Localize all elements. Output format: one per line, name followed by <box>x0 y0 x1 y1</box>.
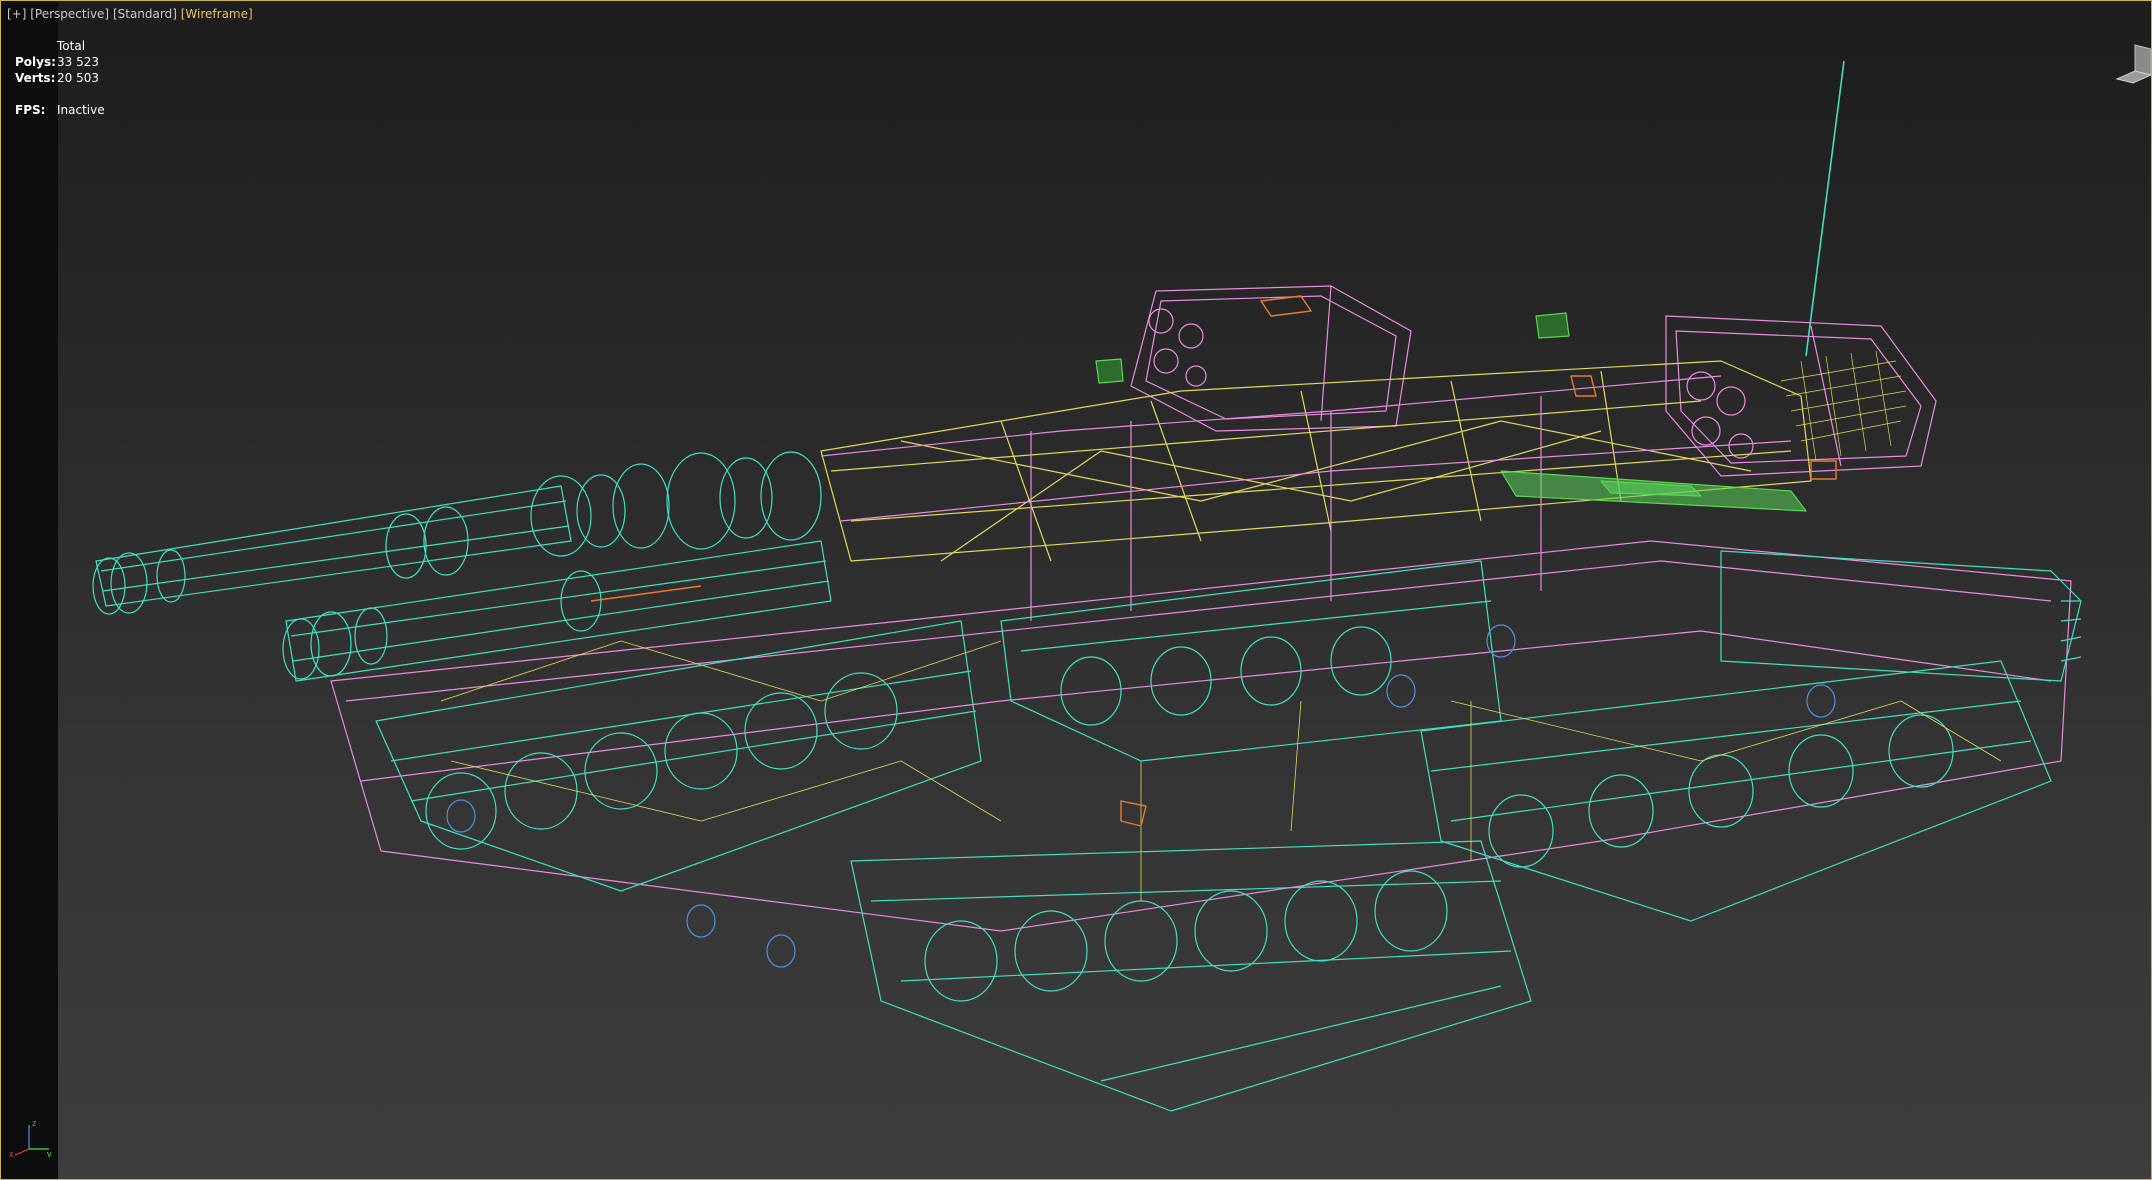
viewcube-icon[interactable] <box>2111 39 2152 87</box>
viewport-shading-wireframe-menu[interactable]: [Wireframe] <box>181 7 253 21</box>
verts-label: Verts: <box>15 71 56 85</box>
turret-plate-green <box>1500 470 1807 512</box>
polys-label: Polys: <box>15 55 56 69</box>
front-left-track <box>850 840 1532 1112</box>
viewport-shading-standard-menu[interactable]: [Standard] <box>113 7 177 21</box>
right-track <box>1420 660 2052 922</box>
turret-right-mesh <box>1780 350 1907 462</box>
antenna-wire <box>1805 60 1845 357</box>
stats-header: Total <box>57 39 86 53</box>
turret-left-box <box>1130 285 1412 432</box>
verts-value: 20 503 <box>57 71 99 85</box>
tank-wireframe-model[interactable] <box>1 1 2151 1179</box>
left-track <box>375 620 982 892</box>
perspective-viewport[interactable]: [+] [Perspective] [Standard] [Wireframe]… <box>0 0 2152 1180</box>
turret-body <box>820 360 1812 562</box>
left-cannon-barrel <box>92 451 822 615</box>
right-cannon-barrel <box>282 540 832 682</box>
axis-tripod-icon: z x y <box>9 1118 52 1157</box>
detail-orange <box>590 295 1837 827</box>
fps-label: FPS: <box>15 103 46 117</box>
viewport-label-menu: [+] [Perspective] [Standard] [Wireframe] <box>7 7 253 25</box>
statistics-overlay: Total Polys: 33 523 Verts: 20 503 FPS: Inac… <box>15 38 105 118</box>
axis-z-label: z <box>32 1118 37 1128</box>
hull <box>330 540 2072 932</box>
axis-x-label: x <box>9 1149 14 1157</box>
rear-right-block <box>1720 550 2082 682</box>
fps-value: Inactive <box>57 103 105 117</box>
viewport-pov-menu[interactable]: [Perspective] <box>30 7 109 21</box>
axis-y-label: y <box>47 1149 52 1157</box>
suspension-wires <box>440 640 2002 901</box>
viewport-plus-menu[interactable]: [+] <box>7 7 26 21</box>
polys-value: 33 523 <box>57 55 99 69</box>
